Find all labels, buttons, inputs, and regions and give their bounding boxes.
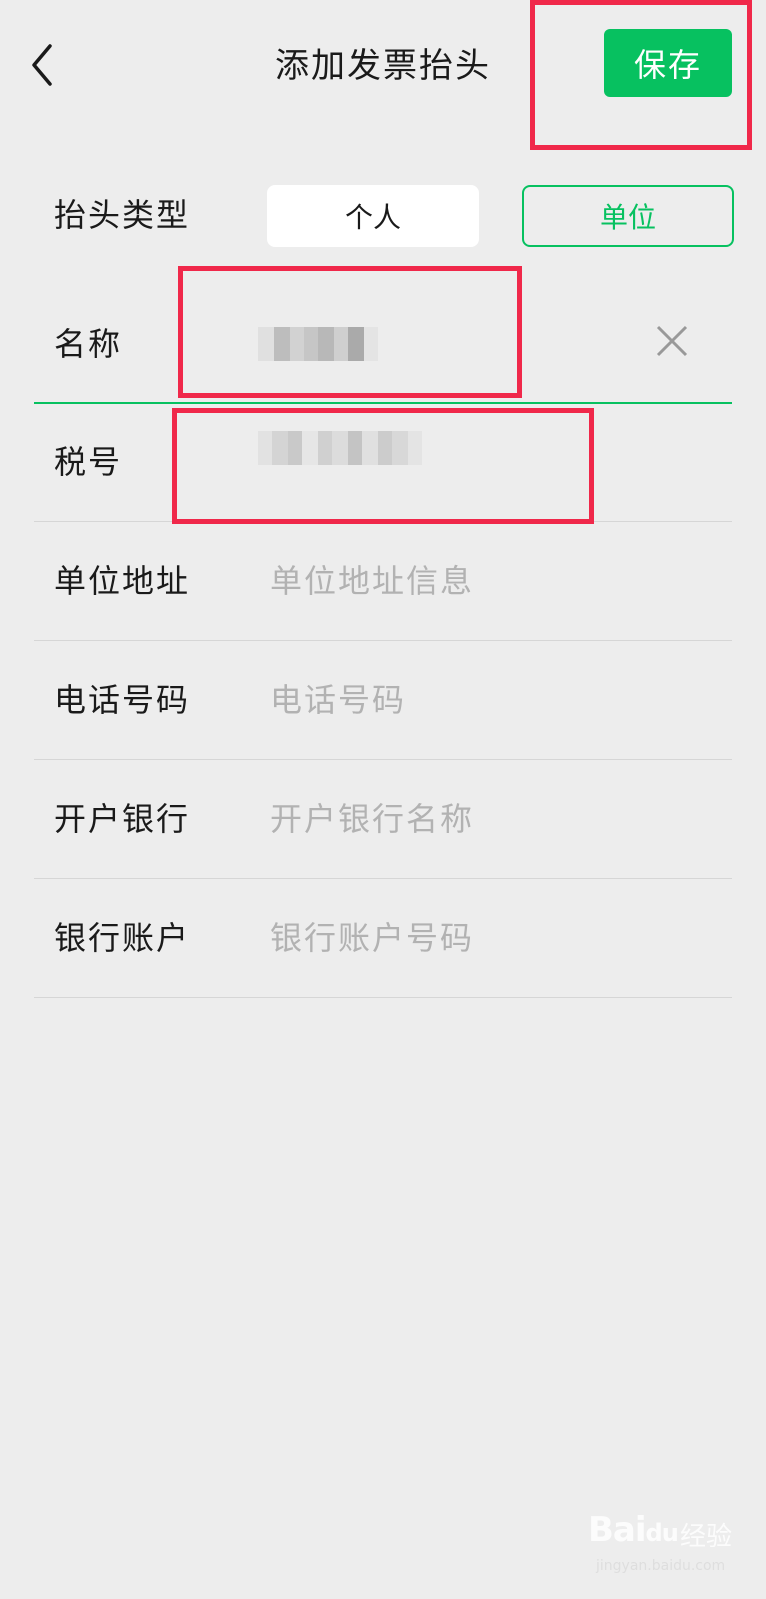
type-company-button[interactable]: 单位 — [522, 185, 734, 247]
highlight-box-name — [178, 266, 522, 398]
highlight-box-tax-id — [172, 408, 594, 524]
bank-label: 开户银行 — [54, 800, 191, 838]
name-label: 名称 — [54, 325, 123, 363]
clear-icon[interactable] — [652, 321, 692, 361]
phone-field-row[interactable]: 电话号码 电话号码 — [34, 641, 732, 760]
watermark-text: Baidu — [588, 1510, 679, 1550]
title-type-row: 抬头类型 个人 单位 — [34, 155, 734, 275]
tax-id-label: 税号 — [54, 443, 123, 481]
address-label: 单位地址 — [54, 562, 191, 600]
account-input[interactable]: 银行账户号码 — [270, 879, 670, 997]
title-type-label: 抬头类型 — [54, 196, 191, 234]
address-field-row[interactable]: 单位地址 单位地址信息 — [34, 522, 732, 641]
watermark-cn: 经验 — [680, 1522, 733, 1552]
phone-label: 电话号码 — [54, 681, 191, 719]
account-label: 银行账户 — [54, 919, 191, 957]
highlight-box-save — [530, 0, 752, 150]
phone-input[interactable]: 电话号码 — [270, 641, 670, 759]
account-field-row[interactable]: 银行账户 银行账户号码 — [34, 879, 732, 998]
bank-input[interactable]: 开户银行名称 — [270, 760, 670, 878]
address-input[interactable]: 单位地址信息 — [270, 522, 670, 640]
bank-field-row[interactable]: 开户银行 开户银行名称 — [34, 760, 732, 879]
watermark-url: jingyan.baidu.com — [596, 1558, 726, 1574]
watermark: Baidu 经验 jingyan.baidu.com — [588, 1500, 738, 1580]
type-personal-button[interactable]: 个人 — [267, 185, 479, 247]
